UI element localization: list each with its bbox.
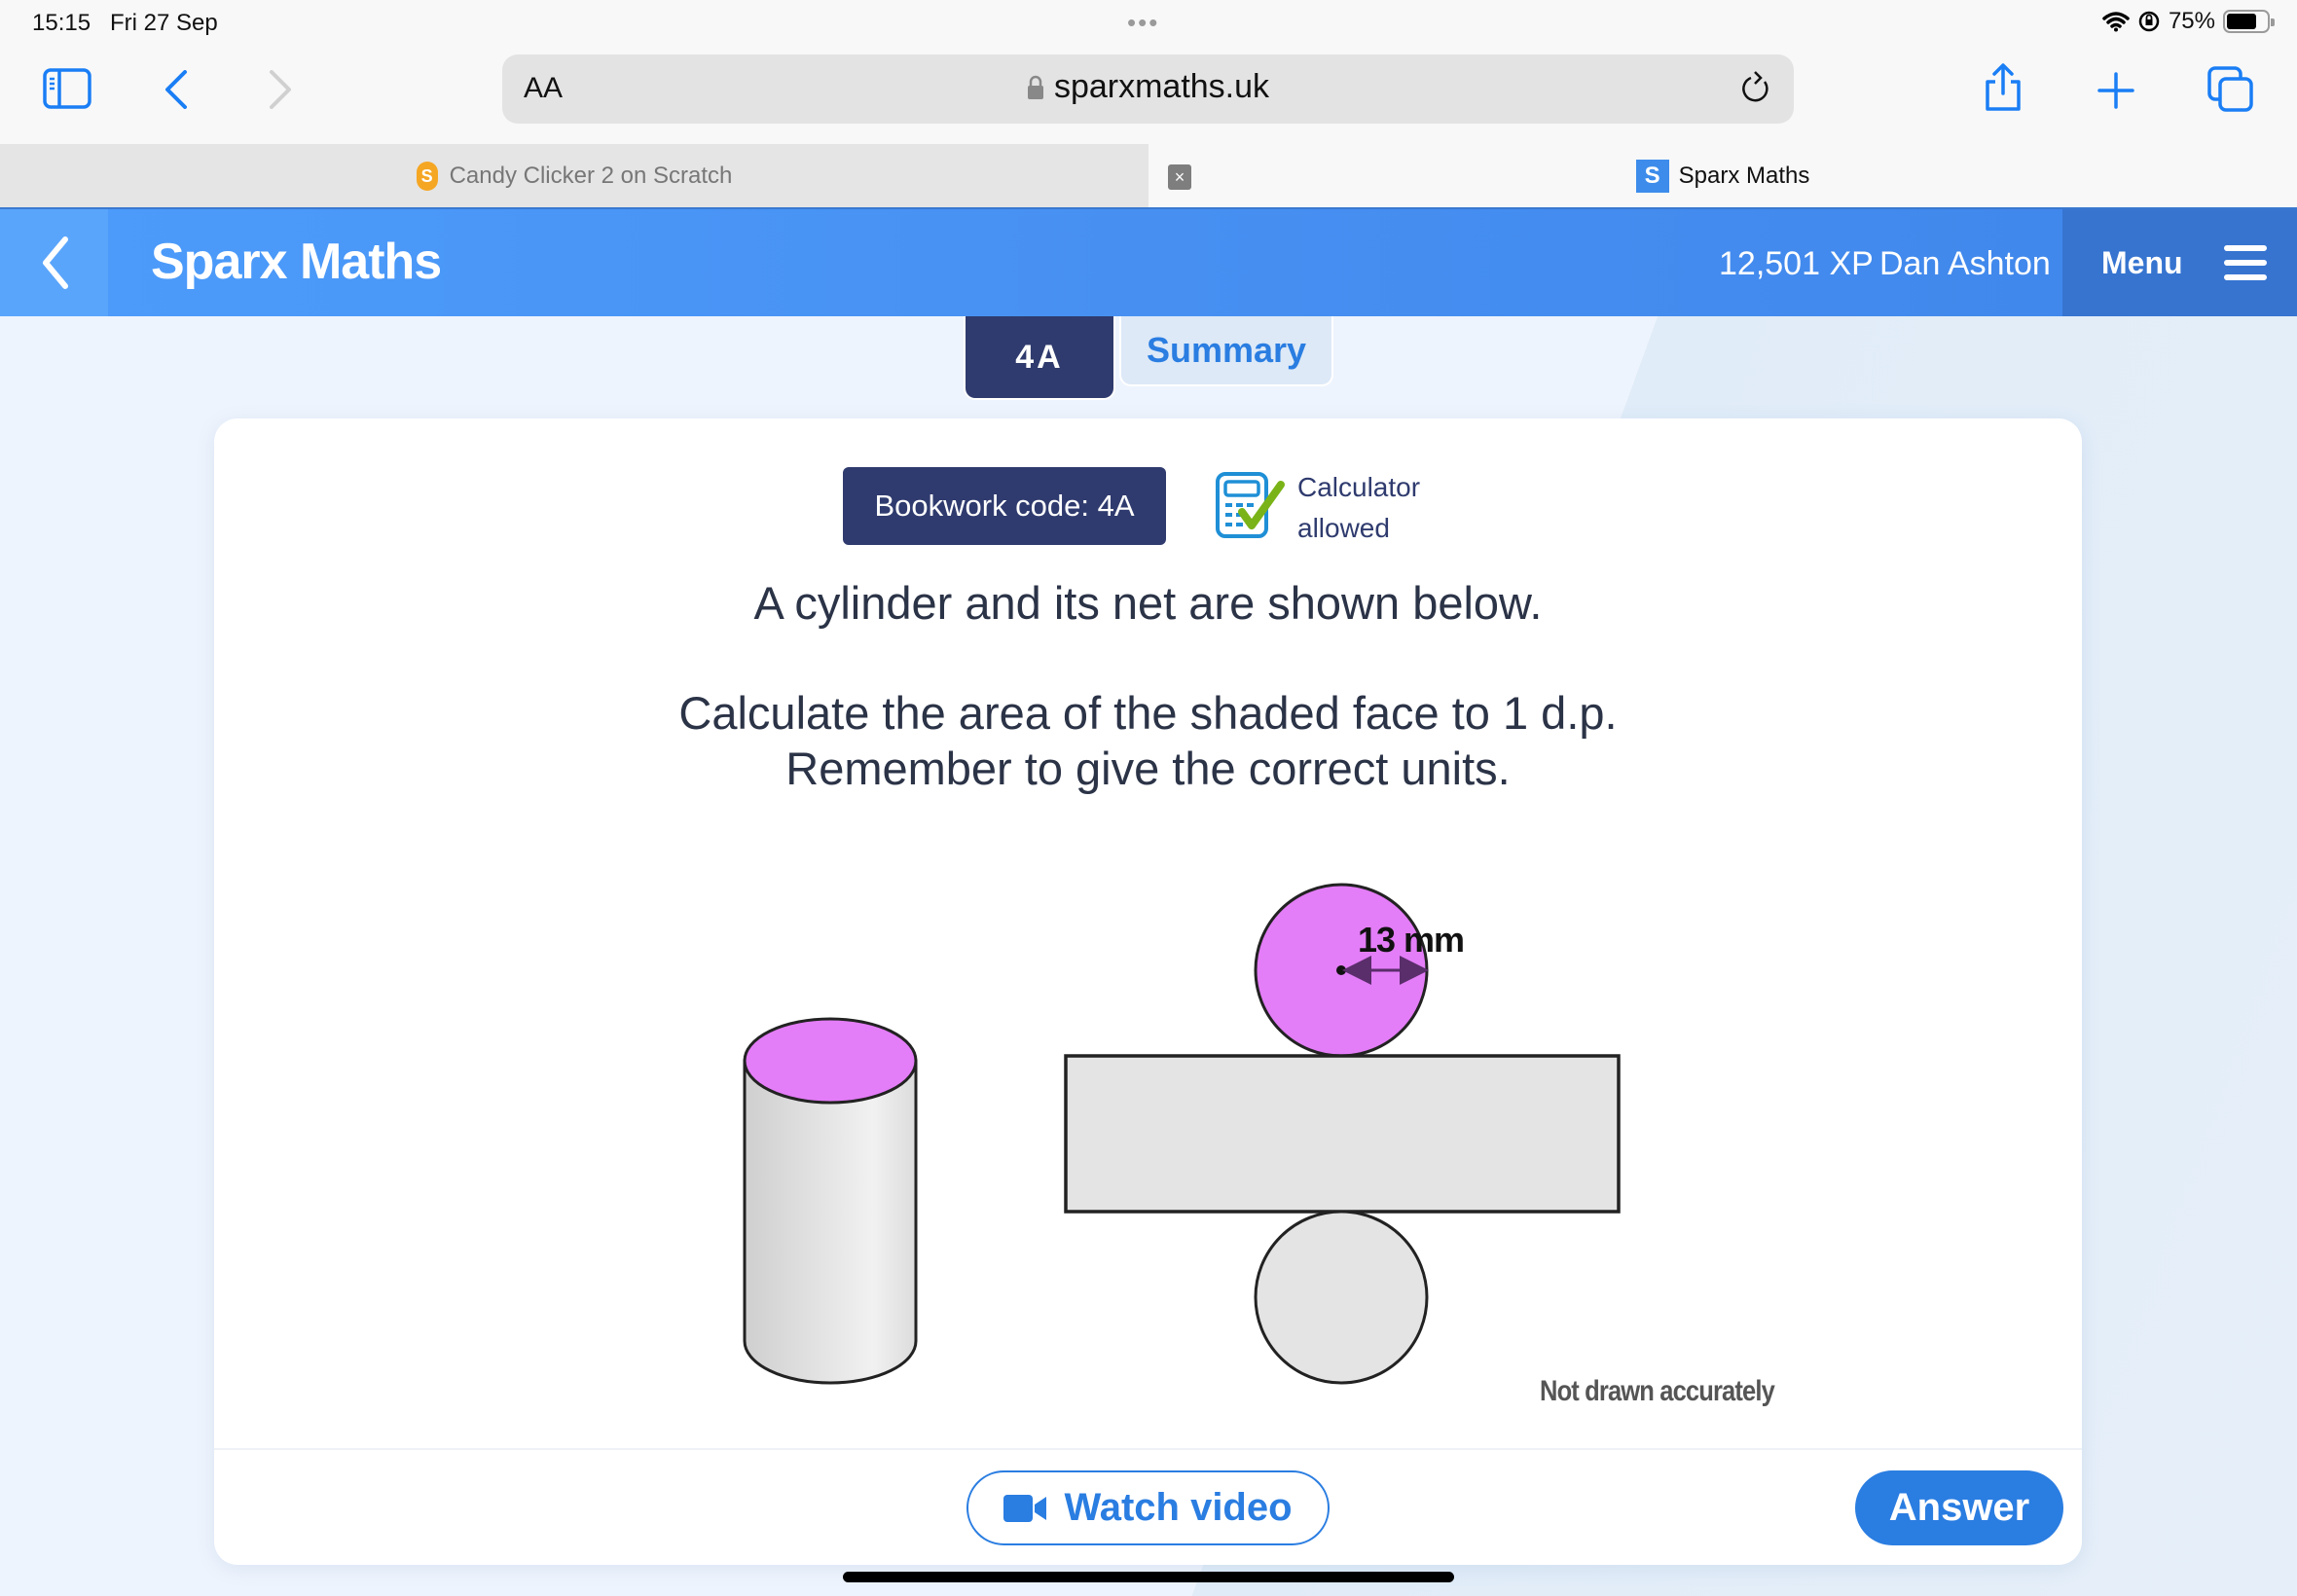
cylinder-net-diagram: 13 mm bbox=[743, 883, 1621, 1385]
tab-title: Sparx Maths bbox=[1678, 163, 1810, 189]
share-icon[interactable] bbox=[1982, 62, 2024, 113]
watch-video-label: Watch video bbox=[1064, 1486, 1293, 1529]
new-tab-icon[interactable] bbox=[2097, 72, 2134, 109]
question-intro: A cylinder and its net are shown below. bbox=[753, 577, 1543, 629]
radius-label: 13 mm bbox=[1358, 920, 1464, 960]
sparx-favicon-icon: S bbox=[1635, 160, 1669, 193]
task-tab-4a[interactable]: 4A bbox=[964, 316, 1115, 400]
question-instruction: Calculate the area of the shaded face to… bbox=[678, 687, 1618, 739]
video-camera-icon bbox=[1003, 1494, 1047, 1522]
circle-center-dot bbox=[1336, 965, 1346, 975]
sidebar-toggle-icon[interactable] bbox=[43, 68, 91, 109]
battery-percent: 75% bbox=[2168, 8, 2215, 34]
status-time: 15:15 bbox=[32, 10, 91, 36]
url-text: sparxmaths.uk bbox=[1053, 68, 1270, 105]
reload-icon[interactable] bbox=[1739, 68, 1774, 114]
tab-overview-icon[interactable] bbox=[2207, 66, 2254, 113]
user-name[interactable]: Dan Ashton bbox=[1879, 245, 2051, 283]
calculator-allowed-icon bbox=[1215, 471, 1287, 546]
menu-label: Menu bbox=[2101, 244, 2183, 280]
wifi-icon bbox=[2102, 12, 2130, 32]
net-curved-surface-rectangle bbox=[1064, 1054, 1621, 1214]
cylinder-3d bbox=[743, 1017, 918, 1385]
question-card: Bookwork code: 4A Calculator allowed A c… bbox=[214, 418, 2082, 1565]
address-bar[interactable]: AA sparxmaths.uk bbox=[502, 54, 1794, 124]
browser-tab-strip: S Candy Clicker 2 on Scratch × S Sparx M… bbox=[0, 144, 2297, 208]
status-indicators: 75% bbox=[2102, 8, 2275, 35]
hamburger-icon bbox=[2223, 245, 2267, 280]
app-title: Sparx Maths bbox=[151, 234, 442, 290]
status-date: Fri 27 Sep bbox=[110, 10, 218, 36]
net-bottom-circle bbox=[1254, 1210, 1429, 1385]
cylinder-top-face-shaded bbox=[743, 1017, 918, 1105]
scratch-favicon-icon: S bbox=[416, 162, 438, 191]
calculator-allowed-label: allowed bbox=[1297, 513, 1390, 543]
rotation-lock-icon bbox=[2138, 11, 2160, 32]
multitasking-dots-icon[interactable]: ••• bbox=[1127, 8, 1159, 38]
back-icon[interactable] bbox=[164, 70, 189, 109]
bookwork-code-badge: Bookwork code: 4A bbox=[843, 467, 1166, 545]
calculator-status: Calculator allowed bbox=[1297, 467, 1420, 549]
task-tab-summary[interactable]: Summary bbox=[1119, 316, 1333, 386]
battery-icon bbox=[2223, 10, 2275, 33]
answer-button[interactable]: Answer bbox=[1855, 1470, 2063, 1545]
watch-video-button[interactable]: Watch video bbox=[966, 1470, 1330, 1545]
question-units-reminder: Remember to give the correct units. bbox=[785, 743, 1511, 794]
cylinder-net: 13 mm bbox=[1064, 883, 1621, 1385]
battery-level bbox=[2227, 14, 2256, 29]
app-header: Sparx Maths 12,501 XP Dan Ashton Menu bbox=[0, 207, 2297, 316]
calculator-label: Calculator bbox=[1297, 472, 1421, 502]
forward-icon[interactable] bbox=[268, 70, 293, 109]
menu-button[interactable]: Menu bbox=[2062, 209, 2297, 316]
xp-counter: 12,501 XP bbox=[1719, 245, 1874, 282]
not-drawn-accurately-note: Not drawn accurately bbox=[1540, 1375, 1775, 1407]
url-display[interactable]: sparxmaths.uk bbox=[502, 68, 1794, 106]
lock-icon bbox=[1027, 75, 1043, 99]
browser-tab-sparx[interactable]: S Sparx Maths bbox=[1148, 144, 2297, 208]
tab-title: Candy Clicker 2 on Scratch bbox=[449, 163, 733, 189]
app-back-button[interactable] bbox=[0, 209, 108, 316]
card-divider bbox=[214, 1448, 2082, 1450]
home-indicator[interactable] bbox=[843, 1572, 1454, 1582]
cylinder-body bbox=[743, 1059, 918, 1385]
chevron-left-icon bbox=[42, 236, 68, 289]
browser-tab-scratch[interactable]: S Candy Clicker 2 on Scratch bbox=[0, 144, 1148, 208]
